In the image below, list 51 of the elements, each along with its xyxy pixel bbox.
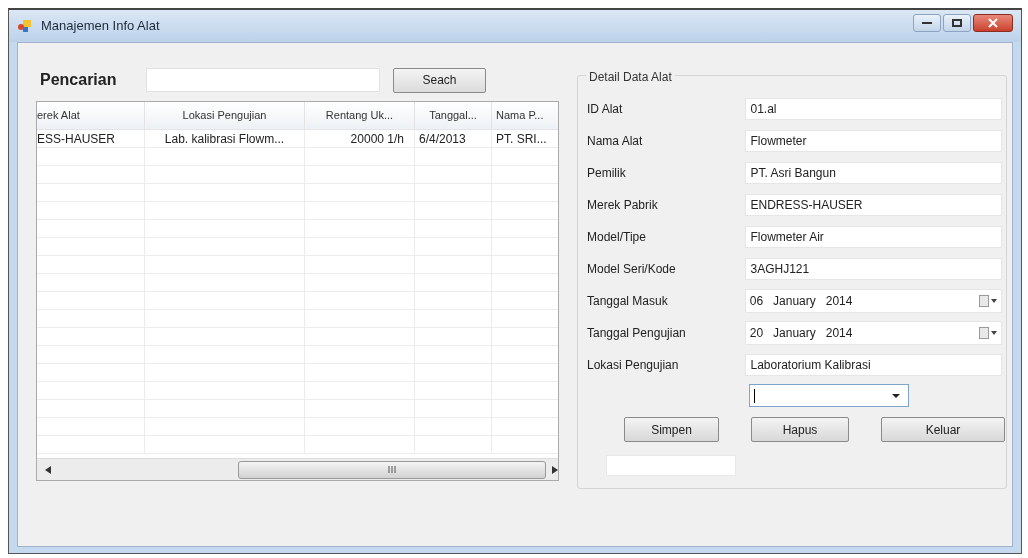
field-label: Nama Alat [587, 133, 644, 150]
date-picker[interactable]: 20 January 2014 [744, 321, 1002, 345]
text-field[interactable]: Flowmeter Air [745, 226, 1002, 248]
scroll-right-icon[interactable] [552, 465, 558, 474]
maximize-icon [952, 19, 962, 27]
table-cell: ESS-HAUSER [37, 130, 116, 148]
table-cell: 6/4/2013 [419, 130, 466, 148]
field-label: Model/Tipe [587, 229, 647, 246]
search-label: Pencarian [39, 70, 118, 90]
column-header[interactable]: Rentang Uk... [325, 107, 394, 124]
field-label: ID Alat [587, 101, 624, 118]
text-field[interactable]: 3AGHJ121 [745, 258, 1002, 280]
maximize-button[interactable] [943, 14, 971, 32]
table-cell: 20000 1/h [350, 130, 404, 148]
column-header[interactable]: Tanggal... [429, 107, 477, 124]
minimize-button[interactable] [913, 14, 941, 32]
date-picker[interactable]: 06 January 2014 [744, 289, 1002, 313]
column-header[interactable]: erek Alat [37, 107, 80, 124]
text-field[interactable]: Flowmeter [745, 130, 1002, 152]
text-field[interactable]: ENDRESS-HAUSER [745, 194, 1002, 216]
minimize-icon [922, 21, 932, 25]
text-field[interactable]: PT. Asri Bangun [745, 162, 1002, 184]
field-label: Tanggal Pengujian [587, 325, 687, 342]
search-button[interactable]: Seach [393, 67, 486, 93]
dropdown-field[interactable] [749, 384, 909, 407]
window-title: Manajemen Info Alat [41, 17, 160, 36]
search-field[interactable] [146, 68, 380, 92]
horizontal-scrollbar[interactable] [37, 458, 558, 480]
calendar-dropdown-icon[interactable] [979, 327, 997, 339]
text-field[interactable]: Laboratorium Kalibrasi [745, 354, 1002, 376]
column-header[interactable]: Nama P... [496, 107, 544, 124]
field-label: Tanggal Masuk [587, 293, 669, 310]
column-header[interactable]: Lokasi Pengujian [182, 107, 267, 124]
text-field[interactable]: 01.al [745, 98, 1002, 120]
action-button[interactable]: Hapus [751, 417, 849, 442]
dropdown-arrow-icon [892, 393, 900, 398]
action-button[interactable]: Keluar [881, 417, 1005, 442]
action-button[interactable]: Simpen [624, 417, 719, 442]
scroll-thumb[interactable] [237, 460, 547, 479]
field-label: Model Seri/Kode [587, 261, 677, 278]
app-icon [17, 19, 33, 33]
table-cell: PT. SRI... [496, 130, 547, 148]
scroll-left-icon[interactable] [45, 465, 51, 474]
calendar-dropdown-icon[interactable] [979, 295, 997, 307]
grip-icon [388, 466, 396, 473]
table-cell: Lab. kalibrasi Flowm... [164, 130, 285, 148]
field-label: Merek Pabrik [587, 197, 659, 214]
field-label: Pemilik [587, 165, 627, 182]
close-icon [988, 18, 998, 28]
field-label: Lokasi Pengujian [587, 357, 680, 374]
close-button[interactable] [973, 14, 1013, 32]
